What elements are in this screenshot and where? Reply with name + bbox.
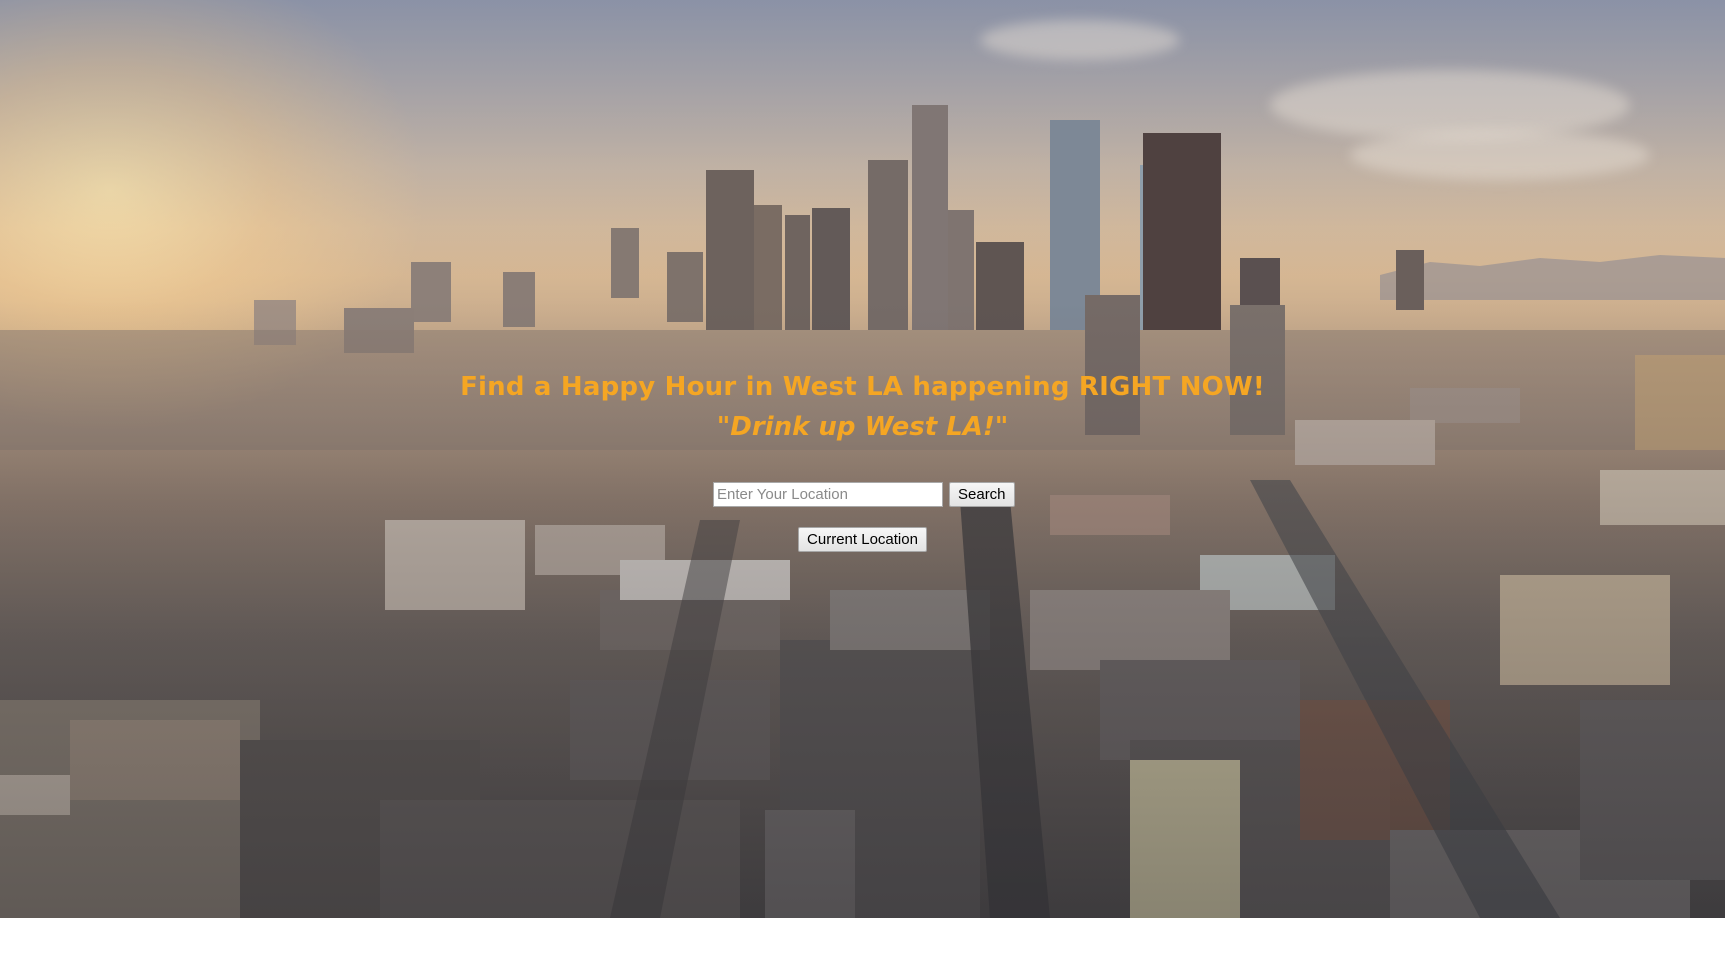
page-tagline: "Drink up West LA!" [716, 412, 1009, 442]
hero-content: Find a Happy Hour in West LA happening R… [0, 0, 1725, 918]
location-input[interactable] [713, 482, 943, 507]
search-button[interactable]: Search [949, 482, 1015, 507]
location-search-form: Search [713, 481, 1015, 508]
current-location-row: Current Location [0, 527, 1725, 552]
page-headline: Find a Happy Hour in West LA happening R… [460, 372, 1265, 402]
current-location-button[interactable]: Current Location [798, 527, 927, 552]
